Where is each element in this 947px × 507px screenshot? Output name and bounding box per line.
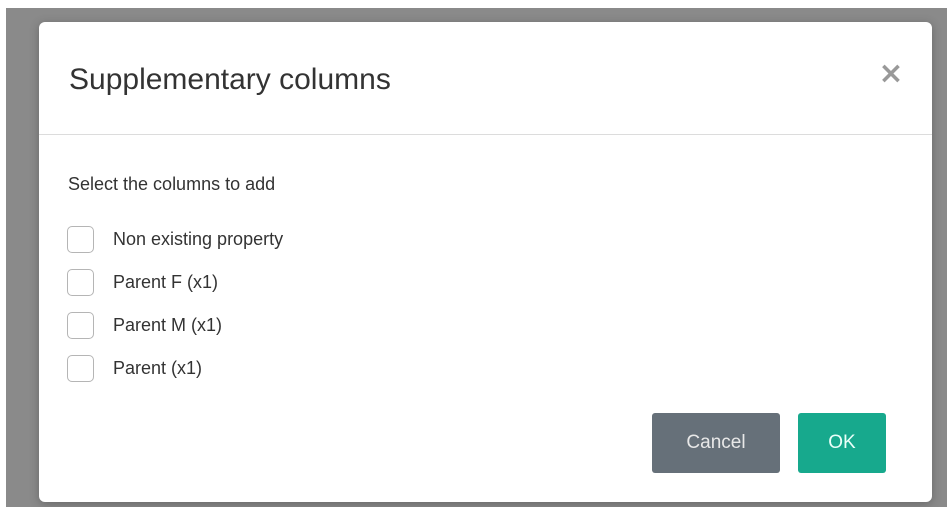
checkbox[interactable] [67,311,94,339]
option-label[interactable]: Non existing property [113,228,283,250]
option-non-existing-property[interactable]: Non existing property [67,218,283,260]
dialog-header: Supplementary columns × [39,22,932,135]
checkbox[interactable] [67,268,94,296]
option-parent-m[interactable]: Parent M (x1) [67,304,283,346]
close-icon[interactable]: × [877,58,905,90]
ok-button[interactable]: OK [798,413,886,473]
option-label[interactable]: Parent F (x1) [113,271,218,293]
option-label[interactable]: Parent (x1) [113,357,202,379]
column-options-list: Non existing property Parent F (x1) Pare… [67,218,283,390]
option-parent[interactable]: Parent (x1) [67,347,283,389]
instruction-text: Select the columns to add [68,174,276,194]
option-parent-f[interactable]: Parent F (x1) [67,261,283,303]
checkbox[interactable] [67,225,94,253]
supplementary-columns-dialog: Supplementary columns × Select the colum… [39,22,932,502]
option-label[interactable]: Parent M (x1) [113,314,222,336]
checkbox[interactable] [67,354,94,382]
dialog-title: Supplementary columns [69,63,391,96]
cancel-button[interactable]: Cancel [652,413,780,473]
